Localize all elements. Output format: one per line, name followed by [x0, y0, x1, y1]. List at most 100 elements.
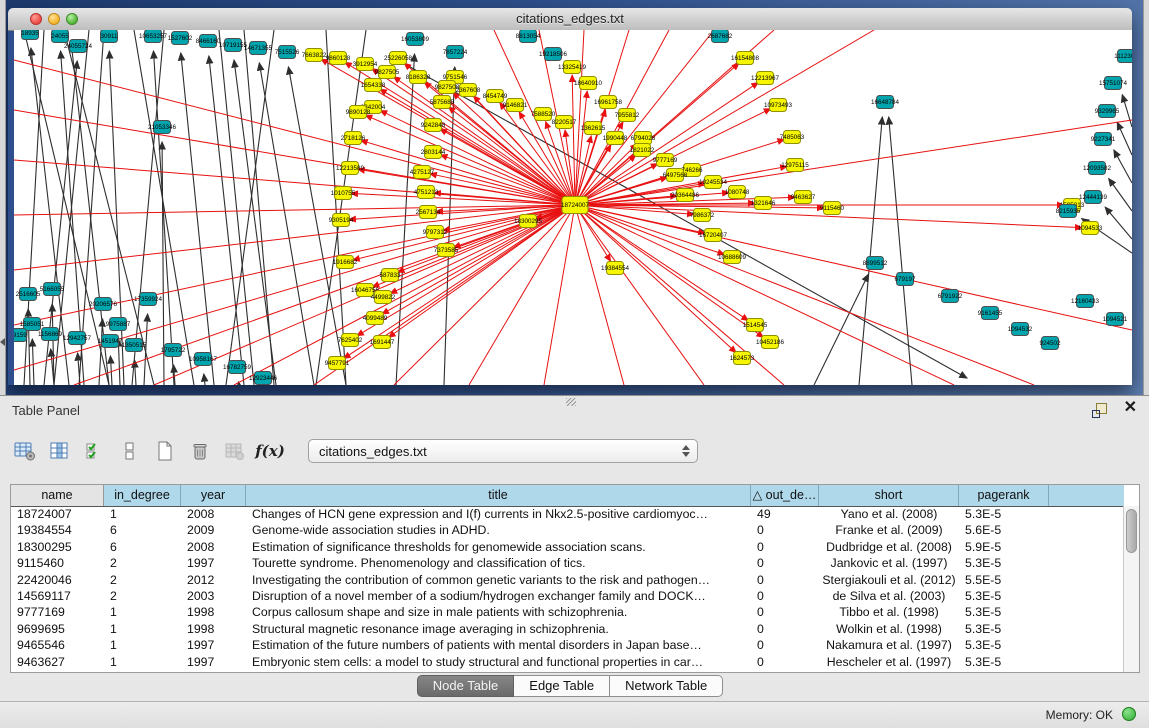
table-row[interactable]: 946362711997Embryonic stem cells: a mode…: [11, 654, 1124, 670]
table-cell[interactable]: 1: [104, 654, 181, 670]
graph-node[interactable]: 14671355: [244, 42, 273, 55]
minimize-button[interactable]: [48, 13, 60, 25]
column-header-pagerank[interactable]: pagerank: [959, 485, 1049, 506]
table-row[interactable]: 969969511998Structural magnetic resonanc…: [11, 621, 1124, 637]
collapse-arrow-icon[interactable]: [0, 338, 5, 346]
table-cell[interactable]: 2009: [181, 522, 246, 538]
tab-edge-table[interactable]: Edge Table: [514, 675, 610, 697]
network-canvas[interactable]: 7663822986012839129541654338234200498901…: [14, 30, 1132, 385]
graph-node[interactable]: 1112303: [1114, 50, 1132, 63]
graph-node[interactable]: 1795722: [161, 344, 186, 357]
table-cell[interactable]: Yano et al. (2008): [819, 506, 959, 522]
graph-edge-black[interactable]: [134, 360, 136, 385]
graph-node[interactable]: 9860128: [326, 52, 351, 65]
table-cell[interactable]: 2: [104, 588, 181, 604]
table-cell[interactable]: 9465546: [11, 637, 104, 653]
graph-node[interactable]: 12160433: [1071, 295, 1100, 308]
table-cell[interactable]: 0: [751, 555, 819, 571]
graph-node[interactable]: 8813054: [516, 30, 541, 43]
table-options-icon[interactable]: [12, 438, 38, 464]
function-builder-icon[interactable]: f(x): [257, 438, 283, 464]
zoom-button[interactable]: [66, 13, 78, 25]
table-cell[interactable]: Hescheler et al. (1997): [819, 654, 959, 670]
table-cell[interactable]: 2003: [181, 588, 246, 604]
table-cell[interactable]: Nakamura et al. (1997): [819, 637, 959, 653]
column-header-name[interactable]: name: [11, 485, 104, 506]
graph-edge-black[interactable]: [1117, 122, 1132, 155]
graph-node[interactable]: 9329965: [1095, 105, 1120, 118]
right-divider-strip[interactable]: [1143, 0, 1149, 395]
table-cell[interactable]: 0: [751, 637, 819, 653]
table-cell[interactable]: 1: [104, 506, 181, 522]
tab-node-table[interactable]: Node Table: [417, 675, 515, 697]
table-row[interactable]: 946554611997Estimation of the future num…: [11, 637, 1124, 653]
graph-node[interactable]: 18935: [21, 30, 39, 40]
graph-node[interactable]: 12093582: [1083, 162, 1112, 175]
table-cell[interactable]: 1998: [181, 604, 246, 620]
table-cell[interactable]: Estimation of significance thresholds fo…: [246, 539, 751, 555]
graph-edge-black[interactable]: [859, 117, 882, 385]
graph-node[interactable]: 1916682: [333, 256, 358, 269]
graph-node[interactable]: 1514545: [743, 319, 768, 332]
graph-edge-red[interactable]: [575, 205, 1132, 330]
select-rows-icon[interactable]: [82, 438, 108, 464]
graph-node[interactable]: 18640910: [574, 77, 603, 90]
table-cell[interactable]: 5.3E-5: [959, 588, 1049, 604]
graph-node[interactable]: 1362615: [581, 122, 606, 135]
graph-node[interactable]: 16782759: [223, 361, 252, 374]
table-cell[interactable]: 5.3E-5: [959, 604, 1049, 620]
graph-node[interactable]: 1654338: [361, 79, 386, 92]
graph-edge-black[interactable]: [24, 30, 109, 385]
graph-edge-black[interactable]: [1105, 207, 1132, 239]
graph-node[interactable]: 2367608: [456, 84, 481, 97]
table-cell[interactable]: 9463627: [11, 654, 104, 670]
graph-node[interactable]: 15751074: [1099, 77, 1128, 90]
graph-node[interactable]: 7955812: [615, 109, 640, 122]
graph-node[interactable]: 12942757: [63, 332, 92, 345]
table-cell[interactable]: 2: [104, 555, 181, 571]
graph-edge-black[interactable]: [204, 374, 205, 385]
table-cell[interactable]: 5.5E-5: [959, 572, 1049, 588]
table-cell[interactable]: Tourette syndrome. Phenomenology and cla…: [246, 555, 751, 571]
graph-node[interactable]: 7515526: [275, 46, 300, 59]
graph-edge-red[interactable]: [353, 205, 575, 260]
graph-node[interactable]: 9115460: [820, 202, 845, 215]
table-cell[interactable]: 19384554: [11, 522, 104, 538]
graph-edge-red[interactable]: [575, 30, 714, 205]
graph-node[interactable]: 8899512: [863, 257, 888, 270]
table-cell[interactable]: 18300295: [11, 539, 104, 555]
graph-node[interactable]: 924502: [1039, 337, 1061, 350]
window-titlebar[interactable]: citations_edges.txt: [8, 8, 1132, 31]
table-scrollbar-thumb[interactable]: [1126, 509, 1137, 553]
table-row[interactable]: 911546021997Tourette syndrome. Phenomeno…: [11, 555, 1124, 571]
graph-node[interactable]: 2718126: [341, 132, 366, 145]
graph-edge-red[interactable]: [14, 60, 575, 205]
table-cell[interactable]: 5.9E-5: [959, 539, 1049, 555]
graph-node[interactable]: 30911: [100, 30, 118, 43]
table-cell[interactable]: Disruption of a novel member of a sodium…: [246, 588, 751, 604]
graph-node[interactable]: 1094521: [1103, 313, 1128, 326]
graph-node[interactable]: 1527602: [168, 32, 193, 45]
graph-node[interactable]: 10245534: [699, 176, 728, 189]
table-cell[interactable]: 5.3E-5: [959, 654, 1049, 670]
graph-node[interactable]: 12213589: [336, 162, 365, 175]
graph-node[interactable]: 39159: [14, 329, 27, 342]
table-cell[interactable]: Franke et al. (2009): [819, 522, 959, 538]
graph-node[interactable]: 587833: [379, 269, 401, 282]
clear-selection-icon[interactable]: [117, 438, 143, 464]
graph-edge-red[interactable]: [575, 205, 736, 353]
new-document-icon[interactable]: [152, 438, 178, 464]
column-header-in_degree[interactable]: in_degree: [104, 485, 181, 506]
float-panel-icon[interactable]: [1092, 403, 1107, 418]
table-row[interactable]: 2242004622012Investigating the contribut…: [11, 572, 1124, 588]
graph-node[interactable]: 1080748: [725, 186, 750, 199]
graph-node[interactable]: 5166055: [40, 283, 65, 296]
graph-node[interactable]: 1624573: [730, 352, 755, 365]
graph-edge-red[interactable]: [575, 205, 624, 385]
table-cell[interactable]: Embryonic stem cells: a model to study s…: [246, 654, 751, 670]
table-cell[interactable]: 2008: [181, 506, 246, 522]
graph-edge-red[interactable]: [390, 205, 575, 294]
left-divider-strip[interactable]: [0, 0, 6, 395]
graph-edge-red[interactable]: [365, 115, 575, 205]
table-cell[interactable]: 2: [104, 572, 181, 588]
